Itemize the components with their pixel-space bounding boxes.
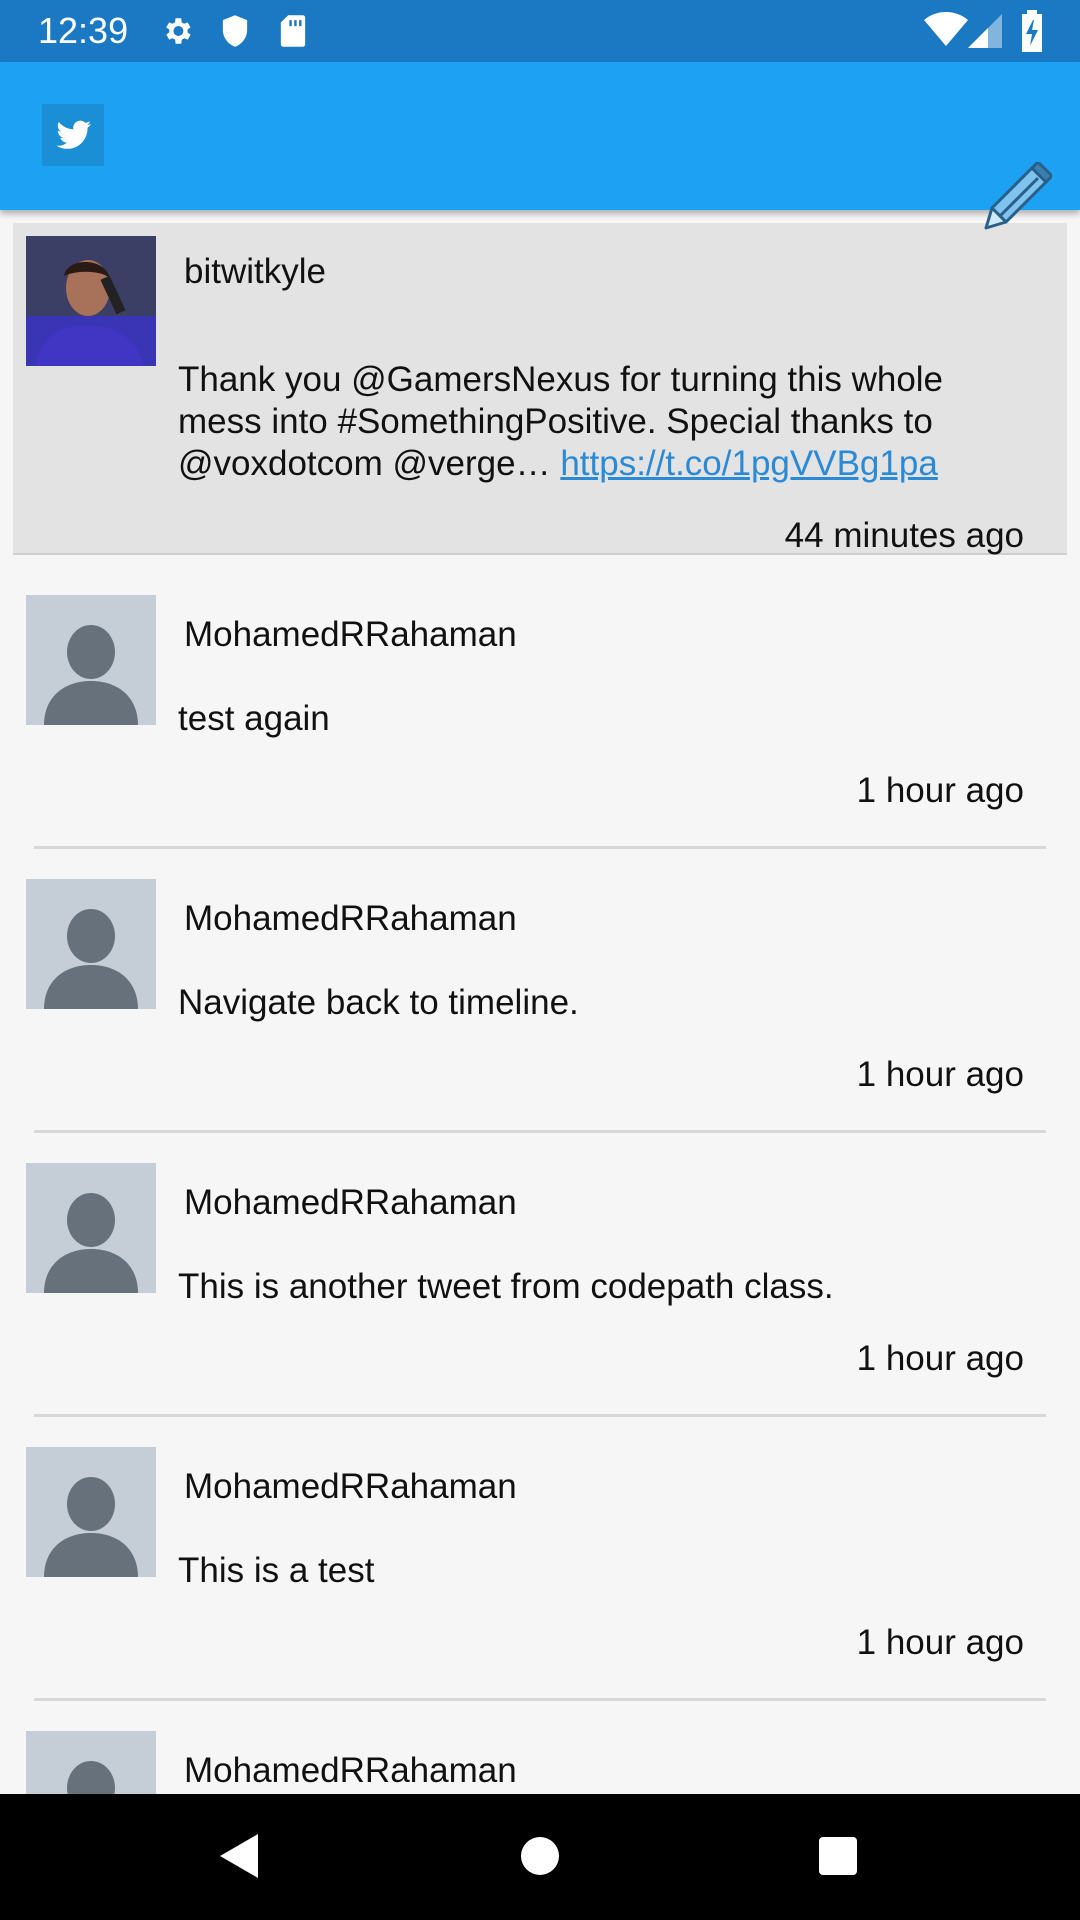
tweet-username: bitwitkyle: [184, 252, 326, 291]
tweet-text: This is a test: [178, 1551, 375, 1590]
tweet-item[interactable]: MohamedRRahaman This is another tweet fr…: [0, 1150, 1080, 1418]
back-icon[interactable]: [218, 1832, 260, 1885]
tweet-text: Navigate back to timeline.: [178, 983, 579, 1022]
tweet-username: MohamedRRahaman: [184, 1467, 517, 1506]
divider: [34, 846, 1046, 849]
tweet-item[interactable]: MohamedRRahaman: [0, 1718, 1080, 1794]
divider: [34, 1414, 1046, 1417]
avatar[interactable]: [26, 595, 156, 725]
avatar[interactable]: [26, 879, 156, 1009]
tweet-text: test again: [178, 699, 330, 738]
tweet-timestamp: 44 minutes ago: [784, 516, 1024, 555]
tweet-text: Thank you @GamersNexus for turning this …: [178, 359, 1018, 485]
tweet-username: MohamedRRahaman: [184, 1751, 517, 1790]
navigation-bar: [0, 1794, 1080, 1920]
tweet-username: MohamedRRahaman: [184, 615, 517, 654]
home-icon[interactable]: [520, 1836, 560, 1881]
tweet-link[interactable]: https://t.co/1pgVVBg1pa: [560, 444, 937, 483]
gear-icon: [160, 14, 194, 53]
battery-charging-icon: [1020, 10, 1044, 57]
avatar[interactable]: [26, 1447, 156, 1577]
avatar[interactable]: [26, 1163, 156, 1293]
avatar[interactable]: [26, 1731, 156, 1794]
tweet-username: MohamedRRahaman: [184, 1183, 517, 1222]
recents-icon[interactable]: [818, 1836, 858, 1881]
avatar[interactable]: [26, 236, 156, 366]
wifi-icon: [924, 12, 968, 53]
tweet-item[interactable]: MohamedRRahaman test again 1 hour ago: [0, 582, 1080, 850]
status-bar: 12:39: [0, 0, 1080, 62]
cell-signal-icon: [968, 14, 1002, 53]
shield-icon: [220, 14, 250, 53]
twitter-bird-icon: [42, 104, 104, 166]
timeline-list[interactable]: bitwitkyle Thank you @GamersNexus for tu…: [0, 210, 1080, 1794]
status-time: 12:39: [38, 10, 129, 51]
app-bar: [0, 62, 1080, 230]
tweet-timestamp: 1 hour ago: [856, 1623, 1024, 1662]
tweet-text: This is another tweet from codepath clas…: [178, 1267, 834, 1306]
pencil-icon[interactable]: [980, 160, 1054, 239]
tweet-timestamp: 1 hour ago: [856, 1055, 1024, 1094]
tweet-item[interactable]: MohamedRRahaman This is a test 1 hour ag…: [0, 1434, 1080, 1702]
divider: [34, 1130, 1046, 1133]
divider: [34, 1698, 1046, 1701]
sd-card-icon: [278, 14, 308, 53]
tweet-timestamp: 1 hour ago: [856, 771, 1024, 810]
tweet-username: MohamedRRahaman: [184, 899, 517, 938]
tweet-timestamp: 1 hour ago: [856, 1339, 1024, 1378]
tweet-item[interactable]: MohamedRRahaman Navigate back to timelin…: [0, 866, 1080, 1134]
tweet-item[interactable]: bitwitkyle Thank you @GamersNexus for tu…: [13, 223, 1067, 555]
